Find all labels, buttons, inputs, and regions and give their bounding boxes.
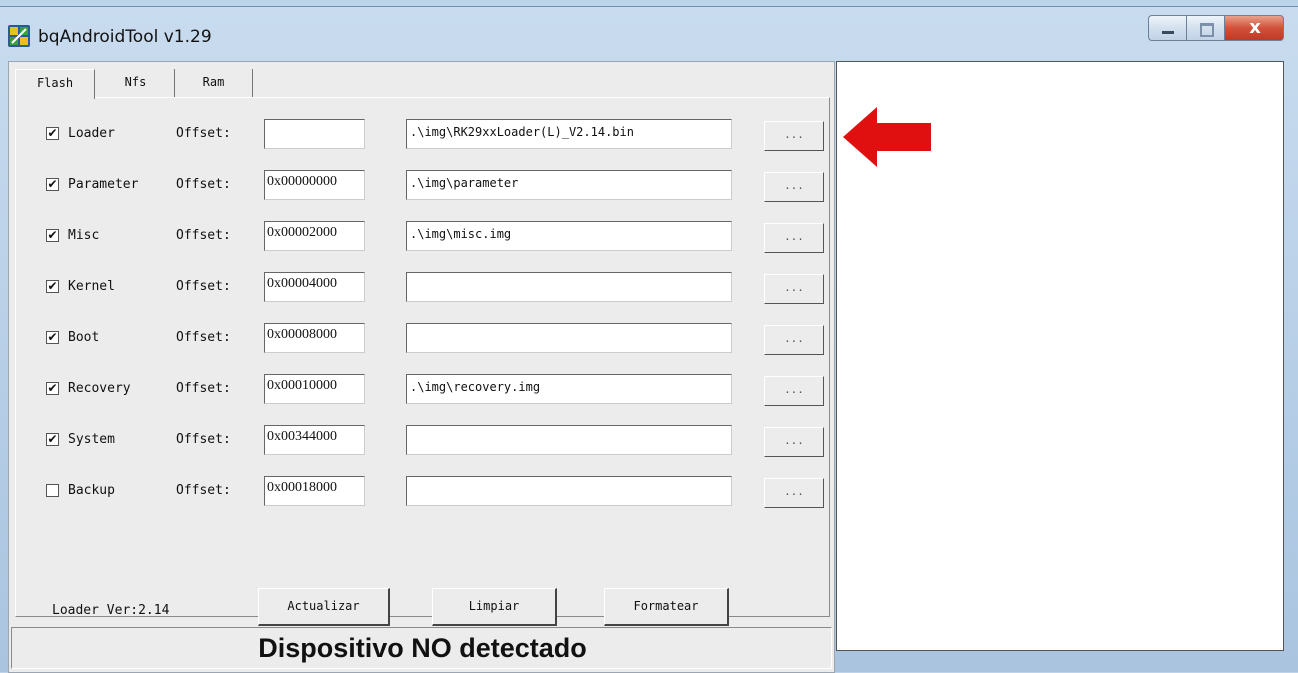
tab-nfs[interactable]: Nfs [97, 69, 175, 97]
maximize-button[interactable] [1186, 15, 1224, 41]
partition-checkbox[interactable]: ✔ [46, 382, 59, 395]
flash-tab-content: ✔ Loader Offset: .\img\RK29xxLoader(L)_V2.1… [15, 97, 830, 626]
browse-button[interactable]: ... [764, 223, 824, 253]
minimize-icon [1162, 31, 1174, 34]
offset-label: Offset: [176, 177, 231, 192]
partition-checkbox[interactable]: ✔ [46, 280, 59, 293]
tab-nfs-label: Nfs [124, 75, 147, 89]
browse-button[interactable]: ... [764, 172, 824, 202]
red-arrow-annotation [843, 107, 931, 167]
image-path-input[interactable] [406, 323, 732, 353]
image-path-input[interactable]: .\img\parameter [406, 170, 732, 200]
title-bar[interactable]: bqAndroidTool v1.29 x [0, 7, 1298, 59]
tab-ram[interactable]: Ram [175, 69, 253, 97]
browse-button[interactable]: ... [764, 121, 824, 151]
partition-row-parameter: ✔ Parameter Offset: 0x00000000 .\img\paramet… [46, 170, 826, 202]
loader-version: Loader Ver:2.14 [52, 603, 170, 618]
offset-label: Offset: [176, 228, 231, 243]
image-path-input[interactable] [406, 272, 732, 302]
browse-button[interactable]: ... [764, 274, 824, 304]
partition-checkbox[interactable]: ✔ [46, 229, 59, 242]
offset-input[interactable]: 0x00010000 [264, 374, 365, 404]
offset-label: Offset: [176, 126, 231, 141]
caption-buttons: x [1148, 15, 1284, 43]
close-icon: x [1249, 17, 1261, 38]
partition-label: Kernel [68, 279, 115, 294]
offset-label: Offset: [176, 279, 231, 294]
window-title: bqAndroidTool v1.29 [38, 27, 212, 47]
offset-label: Offset: [176, 330, 231, 345]
flash-panel: Flash Nfs Ram ✔ Loader Offset: .\img\RK29xx… [8, 61, 835, 673]
offset-label: Offset: [176, 432, 231, 447]
tab-ram-label: Ram [202, 75, 225, 89]
status-bar: Dispositivo NO detectado [11, 627, 832, 669]
app-window: bqAndroidTool v1.29 x Flash Nfs Ram ✔ Loa… [0, 6, 1298, 673]
partition-label: Boot [68, 330, 100, 345]
offset-input[interactable]: 0x00002000 [264, 221, 365, 251]
partition-checkbox[interactable]: ✔ [46, 178, 59, 191]
offset-label: Offset: [176, 483, 231, 498]
browse-button[interactable]: ... [764, 325, 824, 355]
browse-button[interactable]: ... [764, 376, 824, 406]
offset-input[interactable]: 0x00000000 [264, 170, 365, 200]
offset-label: Offset: [176, 381, 231, 396]
minimize-button[interactable] [1148, 15, 1186, 41]
partition-checkbox[interactable] [46, 484, 59, 497]
offset-input[interactable] [264, 119, 365, 149]
close-button[interactable]: x [1224, 15, 1284, 41]
offset-input[interactable]: 0x00004000 [264, 272, 365, 302]
partition-row-system: ✔ System Offset: 0x00344000... [46, 425, 826, 457]
offset-input[interactable]: 0x00018000 [264, 476, 365, 506]
maximize-icon [1200, 23, 1214, 37]
image-path-input[interactable] [406, 425, 732, 455]
image-path-input[interactable] [406, 476, 732, 506]
partition-row-kernel: ✔ Kernel Offset: 0x00004000... [46, 272, 826, 304]
partition-label: Misc [68, 228, 100, 243]
image-path-input[interactable]: .\img\RK29xxLoader(L)_V2.14.bin [406, 119, 732, 149]
partition-row-recovery: ✔ Recovery Offset: 0x00010000 .\img\recovery… [46, 374, 826, 406]
bq-app-icon [8, 25, 30, 47]
partition-row-misc: ✔ Misc Offset: 0x00002000 .\img\misc.img... [46, 221, 826, 253]
partition-checkbox[interactable]: ✔ [46, 433, 59, 446]
partition-label: Backup [68, 483, 115, 498]
partition-label: Parameter [68, 177, 139, 192]
offset-input[interactable]: 0x00008000 [264, 323, 365, 353]
clear-button[interactable]: Limpiar [432, 588, 557, 626]
partition-row-loader: ✔ Loader Offset: .\img\RK29xxLoader(L)_V2.1… [46, 119, 826, 151]
partition-label: System [68, 432, 115, 447]
partition-checkbox[interactable]: ✔ [46, 331, 59, 344]
partition-checkbox[interactable]: ✔ [46, 127, 59, 140]
browse-button[interactable]: ... [764, 427, 824, 457]
image-path-input[interactable]: .\img\recovery.img [406, 374, 732, 404]
partition-row-backup: Backup Offset: 0x00018000... [46, 476, 826, 508]
partition-label: Recovery [68, 381, 131, 396]
format-button[interactable]: Formatear [604, 588, 729, 626]
partition-row-boot: ✔ Boot Offset: 0x00008000... [46, 323, 826, 355]
offset-input[interactable]: 0x00344000 [264, 425, 365, 455]
image-path-input[interactable]: .\img\misc.img [406, 221, 732, 251]
partition-label: Loader [68, 126, 115, 141]
tab-flash[interactable]: Flash [15, 69, 95, 99]
browse-button[interactable]: ... [764, 478, 824, 508]
device-status: Dispositivo NO detectado [258, 633, 587, 663]
update-button[interactable]: Actualizar [258, 588, 390, 626]
tab-flash-label: Flash [36, 76, 74, 90]
